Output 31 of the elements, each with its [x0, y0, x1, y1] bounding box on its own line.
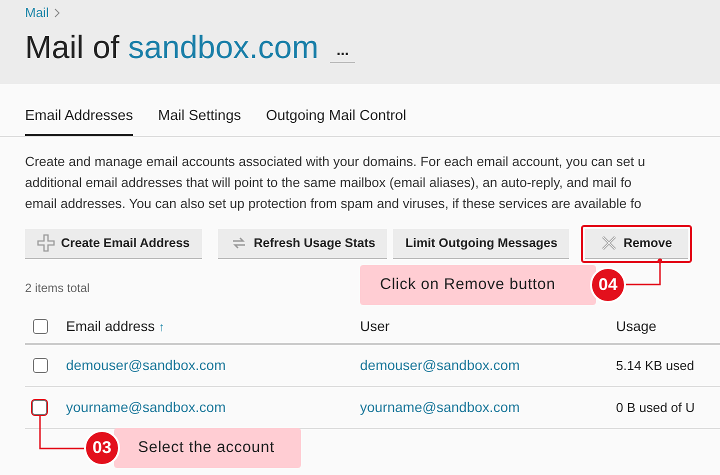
column-header: Usage [616, 317, 656, 336]
tab[interactable]: Email Addresses [25, 106, 133, 136]
step-number-badge: 03 [84, 430, 120, 466]
callout-text: Click on Remove button [360, 265, 596, 305]
toolbar-button[interactable]: Limit Outgoing Messages [393, 228, 570, 259]
tab[interactable]: Outgoing Mail Control [266, 106, 406, 136]
checkbox[interactable] [33, 319, 48, 334]
page-title: Mail of sandbox.com [25, 28, 318, 66]
user-link[interactable]: demouser@sandbox.com [360, 354, 616, 376]
remove-button[interactable]: Remove [585, 228, 688, 259]
close-icon [601, 235, 618, 252]
description-text: email addresses. You can also set up protection from spam and viruses, if these services are available fo [25, 194, 642, 213]
plus-icon [37, 234, 55, 252]
more-button[interactable]: ... [330, 40, 355, 62]
callout-text: Select the account [114, 428, 301, 468]
usage-text: 5.14 KB used [616, 356, 694, 374]
toolbar-button[interactable]: Create Email Address [25, 228, 202, 259]
email-link[interactable]: yourname@sandbox.com [66, 396, 360, 418]
checkbox[interactable] [33, 358, 48, 373]
column-header[interactable]: Email address ↑ [66, 316, 360, 338]
description-text: additional email addresses that will point to the same mailbox (email aliases), an auto-reply, and mail fo [25, 174, 632, 192]
items-total: 2 items total [24, 280, 91, 297]
email-link[interactable]: demouser@sandbox.com [66, 354, 360, 376]
user-link[interactable]: yourname@sandbox.com [360, 396, 616, 418]
tab[interactable]: Mail Settings [158, 106, 242, 136]
usage-text: 0 B used of U [616, 398, 695, 416]
toolbar-button[interactable]: Refresh Usage Stats [218, 228, 388, 259]
column-header: User [360, 317, 391, 336]
chevron-right-icon [52, 8, 61, 18]
description-text: Create and manage email accounts associated with your domains. For each email account, you can set u [25, 152, 646, 171]
step-number-badge: 04 [590, 267, 626, 303]
